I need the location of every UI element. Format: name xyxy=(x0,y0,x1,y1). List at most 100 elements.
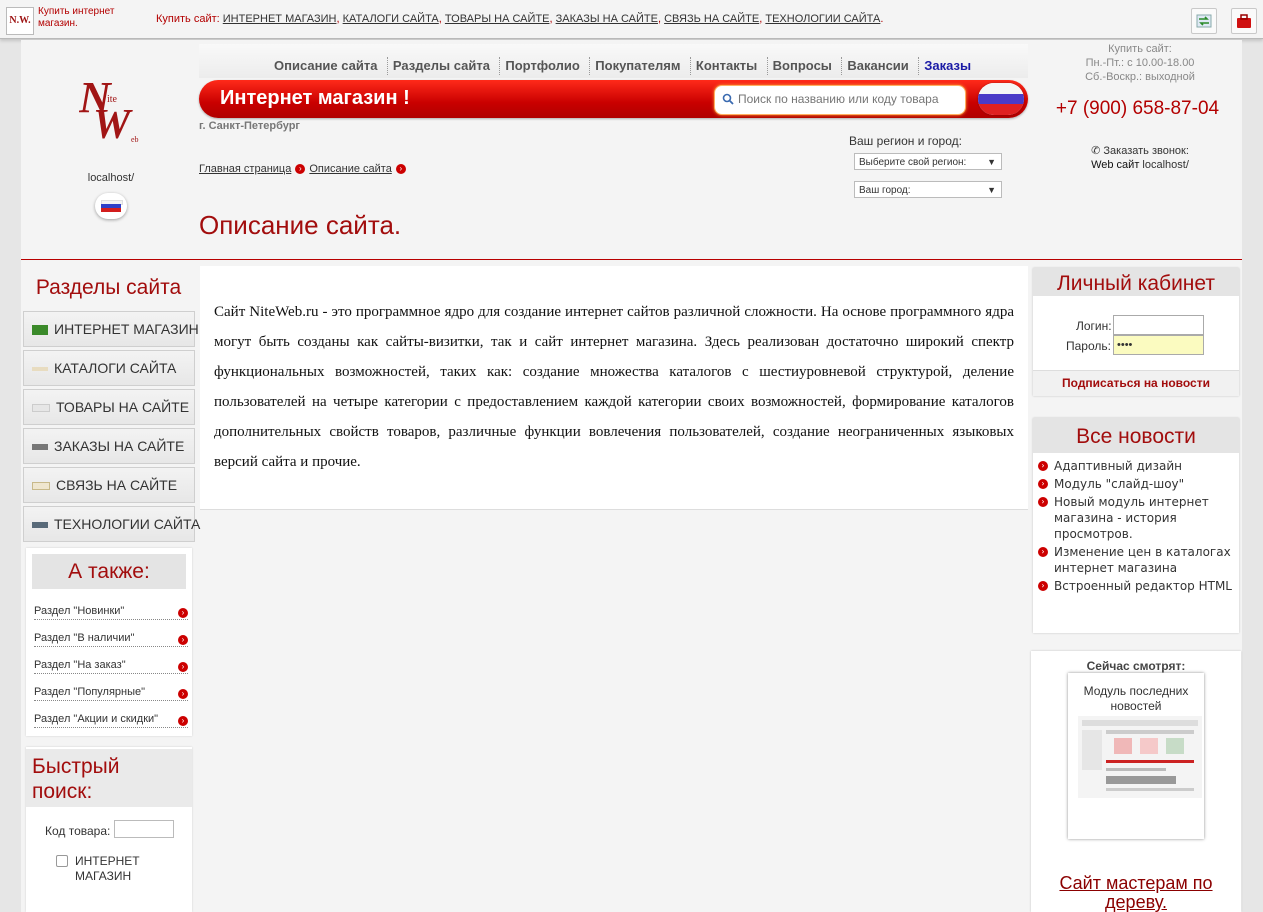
tech-icon xyxy=(32,522,48,529)
contact-label: Купить сайт: xyxy=(1108,43,1172,55)
top-link-goods[interactable]: ТОВАРЫ НА САЙТЕ xyxy=(445,13,550,25)
news-item[interactable]: › Адаптивный дизайн xyxy=(1038,458,1233,474)
arrow-right-icon: › xyxy=(178,689,188,699)
also-item-popular[interactable]: Раздел "Популярные" › xyxy=(34,686,188,701)
search-icon xyxy=(722,93,734,105)
sections-title: Разделы сайта xyxy=(35,276,182,299)
arrow-right-icon: › xyxy=(395,164,406,175)
news-item[interactable]: › Модуль "слайд-шоу" xyxy=(1038,476,1233,492)
language-flag-button[interactable] xyxy=(978,83,1024,115)
login-input[interactable] xyxy=(1113,315,1204,335)
arrow-right-icon: › xyxy=(295,164,306,175)
search-input[interactable] xyxy=(738,88,948,110)
city-select[interactable]: Ваш город: ▼ xyxy=(854,181,1002,198)
nav-contacts[interactable]: Контакты xyxy=(689,57,762,75)
top-link-tech[interactable]: ТЕХНОЛОГИИ САЙТА xyxy=(765,13,880,25)
arrow-right-icon: › xyxy=(1038,547,1048,557)
news-item[interactable]: › Изменение цен в каталогах интернет мага… xyxy=(1038,544,1233,576)
dropdown-arrow-icon: ▼ xyxy=(987,157,996,167)
briefcase-icon xyxy=(1237,14,1251,28)
breadcrumb-current[interactable]: Описание сайта xyxy=(309,163,391,175)
arrow-right-icon: › xyxy=(178,662,188,672)
section-goods[interactable]: ТОВАРЫ НА САЙТЕ xyxy=(23,389,195,425)
quick-search-title: Быстрый поиск: xyxy=(32,755,120,803)
also-title: А также: xyxy=(32,554,186,589)
top-bar-links-label: Купить сайт: xyxy=(156,13,220,25)
city-select-value: Ваш город: xyxy=(859,185,911,196)
category-checkbox-label[interactable]: ИНТЕРНЕТ МАГАЗИН xyxy=(75,854,165,884)
nav-portfolio[interactable]: Портфолио xyxy=(499,57,584,75)
cart-button[interactable] xyxy=(1231,8,1257,34)
breadcrumb-home[interactable]: Главная страница xyxy=(199,163,291,175)
callback-block: ✆ Заказать звонок: Web сайт localhost/ xyxy=(1040,144,1240,172)
orders-icon xyxy=(32,444,48,451)
phone-handset-icon: ✆ xyxy=(1091,145,1101,157)
arrow-right-icon: › xyxy=(1038,581,1048,591)
product-code-input[interactable] xyxy=(114,820,174,838)
header-divider xyxy=(21,259,1242,260)
category-checkbox[interactable] xyxy=(56,855,68,867)
nav-description[interactable]: Описание сайта xyxy=(269,57,382,75)
nav-sections[interactable]: Разделы сайта xyxy=(386,57,495,75)
section-catalogs[interactable]: КАТАЛОГИ САЙТА xyxy=(23,350,195,386)
nav-orders[interactable]: Заказы xyxy=(918,57,976,75)
section-contact[interactable]: СВЯЗЬ НА САЙТЕ xyxy=(23,467,195,503)
also-item-sales[interactable]: Раздел "Акции и скидки" › xyxy=(34,713,188,728)
niteweb-logo[interactable]: N ite W eb xyxy=(79,72,145,146)
also-item-label: Раздел "В наличии" xyxy=(34,632,135,644)
password-input[interactable]: •••• xyxy=(1113,335,1204,355)
callback-label: Заказать звонок: xyxy=(1103,145,1189,157)
svg-text:W: W xyxy=(93,102,133,146)
phone-number[interactable]: +7 (900) 658-87-04 xyxy=(1040,98,1235,120)
news-list: › Адаптивный дизайн › Модуль "слайд-шоу" ›… xyxy=(1038,458,1233,596)
section-label: ЗАКАЗЫ НА САЙТЕ xyxy=(54,438,185,454)
section-orders[interactable]: ЗАКАЗЫ НА САЙТЕ xyxy=(23,428,195,464)
page-title: Описание сайта. xyxy=(199,210,402,240)
top-link-catalogs[interactable]: КАТАЛОГИ САЙТА xyxy=(343,13,439,25)
top-link-orders[interactable]: ЗАКАЗЫ НА САЙТЕ xyxy=(556,13,658,25)
web-url: localhost/ xyxy=(1142,159,1189,171)
shop-icon xyxy=(32,325,48,336)
site-url: localhost/ xyxy=(87,172,135,184)
also-item-label: Раздел "Популярные" xyxy=(34,686,146,698)
section-label: ТЕХНОЛОГИИ САЙТА xyxy=(54,516,201,532)
site-description-text: Сайт NiteWeb.ru - это программное ядро д… xyxy=(214,304,1014,470)
web-label: Web сайт xyxy=(1091,159,1140,171)
also-item-label: Раздел "Акции и скидки" xyxy=(34,713,159,725)
hours-weekdays: Пн.-Пт.: с 10.00-18.00 xyxy=(1085,57,1195,69)
subscribe-news-button[interactable]: Подписаться на новости xyxy=(1033,370,1239,396)
switch-button[interactable] xyxy=(1191,8,1217,34)
also-item-to-order[interactable]: Раздел "На заказ" › xyxy=(34,659,188,674)
nav-vacancies[interactable]: Вакансии xyxy=(841,57,913,75)
also-item-label: Раздел "На заказ" xyxy=(34,659,126,671)
masters-link[interactable]: Сайт мастерам по дереву. xyxy=(1031,874,1241,912)
site-logo-small[interactable]: N.W. xyxy=(6,7,34,35)
goods-icon xyxy=(32,404,50,413)
region-label: Ваш регион и город: xyxy=(849,134,962,148)
also-item-new[interactable]: Раздел "Новинки" › xyxy=(34,605,188,620)
region-select[interactable]: Выберите свой регион: ▼ xyxy=(854,153,1002,170)
callback-link[interactable]: ✆ Заказать звонок: xyxy=(1040,144,1240,158)
login-label: Логин: xyxy=(1076,319,1112,333)
news-item[interactable]: › Новый модуль интернет магазина - истори… xyxy=(1038,494,1233,542)
russian-flag-icon[interactable] xyxy=(95,193,127,219)
city-label: г. Санкт-Петербург xyxy=(199,120,301,132)
section-shop[interactable]: ИНТЕРНЕТ МАГАЗИН xyxy=(23,311,199,347)
dropdown-arrow-icon: ▼ xyxy=(987,185,996,195)
top-link-shop[interactable]: ИНТЕРНЕТ МАГАЗИН xyxy=(223,13,337,25)
section-tech[interactable]: ТЕХНОЛОГИИ САЙТА xyxy=(23,506,200,542)
also-item-in-stock[interactable]: Раздел "В наличии" › xyxy=(34,632,188,647)
top-bar-brand[interactable]: Купить интернет магазин. xyxy=(38,6,138,30)
hours-weekend: Сб.-Воскр.: выходной xyxy=(1085,71,1195,83)
nav-buyers[interactable]: Покупателям xyxy=(589,57,685,75)
svg-text:eb: eb xyxy=(131,135,139,144)
news-item[interactable]: › Встроенный редактор HTML xyxy=(1038,578,1233,594)
top-link-contact[interactable]: СВЯЗЬ НА САЙТЕ xyxy=(664,13,759,25)
nav-questions[interactable]: Вопросы xyxy=(766,57,837,75)
switch-arrows-icon xyxy=(1196,14,1212,28)
breadcrumb: Главная страница › Описание сайта › xyxy=(199,163,410,175)
news-item-label: Новый модуль интернет магазина - история… xyxy=(1054,495,1209,541)
section-label: КАТАЛОГИ САЙТА xyxy=(54,360,177,376)
news-title: Все новости xyxy=(1033,418,1239,453)
region-select-value: Выберите свой регион: xyxy=(859,157,967,168)
